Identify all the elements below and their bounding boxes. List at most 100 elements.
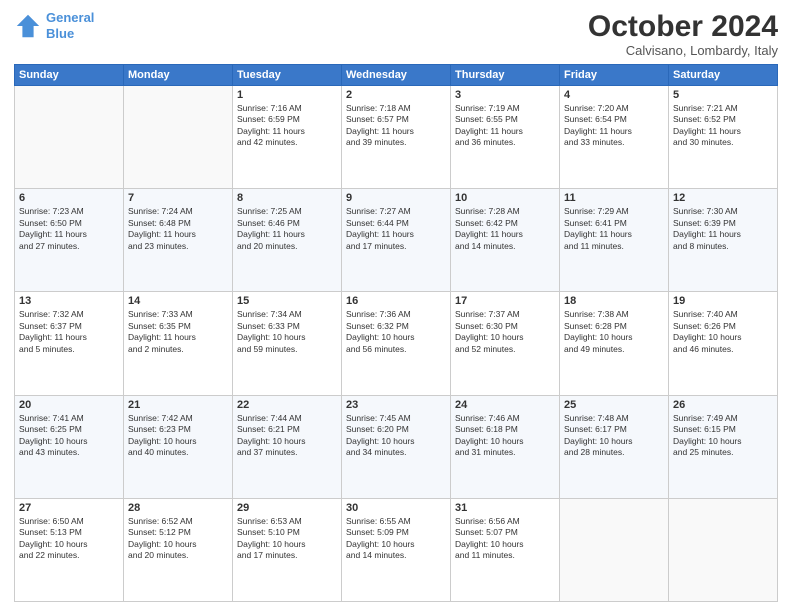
calendar-cell: 14Sunrise: 7:33 AM Sunset: 6:35 PM Dayli… <box>124 292 233 395</box>
day-number: 20 <box>19 399 119 411</box>
month-title: October 2024 <box>588 10 778 43</box>
cell-content: Sunrise: 6:56 AM Sunset: 5:07 PM Dayligh… <box>455 516 555 562</box>
cell-content: Sunrise: 7:46 AM Sunset: 6:18 PM Dayligh… <box>455 413 555 459</box>
day-number: 7 <box>128 192 228 204</box>
cell-content: Sunrise: 7:16 AM Sunset: 6:59 PM Dayligh… <box>237 103 337 149</box>
calendar-cell: 3 Sunrise: 7:19 AM Sunset: 6:55 PM Daylig… <box>451 86 560 189</box>
cell-content: Sunrise: 7:36 AM Sunset: 6:32 PM Dayligh… <box>346 309 446 355</box>
cell-content: Sunrise: 6:52 AM Sunset: 5:12 PM Dayligh… <box>128 516 228 562</box>
day-number: 13 <box>19 295 119 307</box>
day-header-thursday: Thursday <box>451 65 560 86</box>
calendar-cell: 22Sunrise: 7:44 AM Sunset: 6:21 PM Dayli… <box>233 395 342 498</box>
calendar-cell: 23Sunrise: 7:45 AM Sunset: 6:20 PM Dayli… <box>342 395 451 498</box>
calendar-cell: 11 Sunrise: 7:29 AM Sunset: 6:41 PM Dayli… <box>560 189 669 292</box>
day-number: 9 <box>346 192 446 204</box>
calendar-cell: 5 Sunrise: 7:21 AM Sunset: 6:52 PM Daylig… <box>669 86 778 189</box>
calendar-cell: 6Sunrise: 7:23 AM Sunset: 6:50 PM Daylig… <box>15 189 124 292</box>
day-number: 31 <box>455 502 555 514</box>
day-header-friday: Friday <box>560 65 669 86</box>
logo-icon <box>14 12 42 40</box>
calendar-cell: 31 Sunrise: 6:56 AM Sunset: 5:07 PM Dayli… <box>451 498 560 601</box>
day-number: 11 <box>564 192 664 204</box>
calendar-cell: 15 Sunrise: 7:34 AM Sunset: 6:33 PM Dayli… <box>233 292 342 395</box>
cell-content: Sunrise: 7:20 AM Sunset: 6:54 PM Dayligh… <box>564 103 664 149</box>
day-number: 1 <box>237 89 337 101</box>
header: General Blue October 2024 Calvisano, Lom… <box>14 10 778 58</box>
day-header-tuesday: Tuesday <box>233 65 342 86</box>
cell-content: Sunrise: 7:40 AM Sunset: 6:26 PM Dayligh… <box>673 309 773 355</box>
cell-content: Sunrise: 6:53 AM Sunset: 5:10 PM Dayligh… <box>237 516 337 562</box>
calendar-cell: 21Sunrise: 7:42 AM Sunset: 6:23 PM Dayli… <box>124 395 233 498</box>
day-number: 3 <box>455 89 555 101</box>
day-header-monday: Monday <box>124 65 233 86</box>
week-row-1: 1 Sunrise: 7:16 AM Sunset: 6:59 PM Daylig… <box>15 86 778 189</box>
cell-content: Sunrise: 7:32 AM Sunset: 6:37 PM Dayligh… <box>19 309 119 355</box>
day-number: 29 <box>237 502 337 514</box>
cell-content: Sunrise: 7:25 AM Sunset: 6:46 PM Dayligh… <box>237 206 337 252</box>
day-number: 14 <box>128 295 228 307</box>
cell-content: Sunrise: 7:24 AM Sunset: 6:48 PM Dayligh… <box>128 206 228 252</box>
day-number: 15 <box>237 295 337 307</box>
calendar-cell: 4 Sunrise: 7:20 AM Sunset: 6:54 PM Daylig… <box>560 86 669 189</box>
cell-content: Sunrise: 7:29 AM Sunset: 6:41 PM Dayligh… <box>564 206 664 252</box>
calendar-cell <box>124 86 233 189</box>
cell-content: Sunrise: 7:30 AM Sunset: 6:39 PM Dayligh… <box>673 206 773 252</box>
calendar-cell: 30Sunrise: 6:55 AM Sunset: 5:09 PM Dayli… <box>342 498 451 601</box>
logo-text: General Blue <box>46 10 94 41</box>
day-header-wednesday: Wednesday <box>342 65 451 86</box>
calendar-cell: 27 Sunrise: 6:50 AM Sunset: 5:13 PM Dayli… <box>15 498 124 601</box>
calendar-cell: 25 Sunrise: 7:48 AM Sunset: 6:17 PM Dayli… <box>560 395 669 498</box>
day-number: 25 <box>564 399 664 411</box>
calendar-cell: 18Sunrise: 7:38 AM Sunset: 6:28 PM Dayli… <box>560 292 669 395</box>
calendar-cell: 16Sunrise: 7:36 AM Sunset: 6:32 PM Dayli… <box>342 292 451 395</box>
logo-blue: Blue <box>46 26 74 41</box>
logo: General Blue <box>14 10 94 41</box>
title-block: October 2024 Calvisano, Lombardy, Italy <box>588 10 778 58</box>
calendar-cell: 8Sunrise: 7:25 AM Sunset: 6:46 PM Daylig… <box>233 189 342 292</box>
day-number: 4 <box>564 89 664 101</box>
cell-content: Sunrise: 6:55 AM Sunset: 5:09 PM Dayligh… <box>346 516 446 562</box>
calendar-table: SundayMondayTuesdayWednesdayThursdayFrid… <box>14 64 778 602</box>
day-number: 28 <box>128 502 228 514</box>
day-number: 23 <box>346 399 446 411</box>
cell-content: Sunrise: 7:42 AM Sunset: 6:23 PM Dayligh… <box>128 413 228 459</box>
cell-content: Sunrise: 7:21 AM Sunset: 6:52 PM Dayligh… <box>673 103 773 149</box>
cell-content: Sunrise: 7:34 AM Sunset: 6:33 PM Dayligh… <box>237 309 337 355</box>
calendar-header-row: SundayMondayTuesdayWednesdayThursdayFrid… <box>15 65 778 86</box>
calendar-cell: 10Sunrise: 7:28 AM Sunset: 6:42 PM Dayli… <box>451 189 560 292</box>
day-number: 17 <box>455 295 555 307</box>
cell-content: Sunrise: 7:27 AM Sunset: 6:44 PM Dayligh… <box>346 206 446 252</box>
calendar-cell: 9 Sunrise: 7:27 AM Sunset: 6:44 PM Daylig… <box>342 189 451 292</box>
day-number: 5 <box>673 89 773 101</box>
calendar-cell: 1 Sunrise: 7:16 AM Sunset: 6:59 PM Daylig… <box>233 86 342 189</box>
week-row-4: 20 Sunrise: 7:41 AM Sunset: 6:25 PM Dayli… <box>15 395 778 498</box>
calendar-cell <box>560 498 669 601</box>
cell-content: Sunrise: 7:41 AM Sunset: 6:25 PM Dayligh… <box>19 413 119 459</box>
day-header-sunday: Sunday <box>15 65 124 86</box>
day-number: 27 <box>19 502 119 514</box>
cell-content: Sunrise: 7:49 AM Sunset: 6:15 PM Dayligh… <box>673 413 773 459</box>
week-row-5: 27 Sunrise: 6:50 AM Sunset: 5:13 PM Dayli… <box>15 498 778 601</box>
cell-content: Sunrise: 7:18 AM Sunset: 6:57 PM Dayligh… <box>346 103 446 149</box>
calendar-cell: 26 Sunrise: 7:49 AM Sunset: 6:15 PM Dayli… <box>669 395 778 498</box>
day-number: 10 <box>455 192 555 204</box>
day-number: 24 <box>455 399 555 411</box>
day-header-saturday: Saturday <box>669 65 778 86</box>
calendar-cell: 29 Sunrise: 6:53 AM Sunset: 5:10 PM Dayli… <box>233 498 342 601</box>
day-number: 2 <box>346 89 446 101</box>
cell-content: Sunrise: 6:50 AM Sunset: 5:13 PM Dayligh… <box>19 516 119 562</box>
logo-general: General <box>46 10 94 25</box>
calendar-cell: 24 Sunrise: 7:46 AM Sunset: 6:18 PM Dayli… <box>451 395 560 498</box>
calendar-cell <box>15 86 124 189</box>
calendar-cell: 7 Sunrise: 7:24 AM Sunset: 6:48 PM Daylig… <box>124 189 233 292</box>
calendar-cell: 12Sunrise: 7:30 AM Sunset: 6:39 PM Dayli… <box>669 189 778 292</box>
calendar-cell: 28 Sunrise: 6:52 AM Sunset: 5:12 PM Dayli… <box>124 498 233 601</box>
day-number: 18 <box>564 295 664 307</box>
day-number: 26 <box>673 399 773 411</box>
calendar-cell: 20 Sunrise: 7:41 AM Sunset: 6:25 PM Dayli… <box>15 395 124 498</box>
cell-content: Sunrise: 7:48 AM Sunset: 6:17 PM Dayligh… <box>564 413 664 459</box>
calendar-cell: 19 Sunrise: 7:40 AM Sunset: 6:26 PM Dayli… <box>669 292 778 395</box>
day-number: 19 <box>673 295 773 307</box>
cell-content: Sunrise: 7:19 AM Sunset: 6:55 PM Dayligh… <box>455 103 555 149</box>
calendar-cell: 2 Sunrise: 7:18 AM Sunset: 6:57 PM Daylig… <box>342 86 451 189</box>
